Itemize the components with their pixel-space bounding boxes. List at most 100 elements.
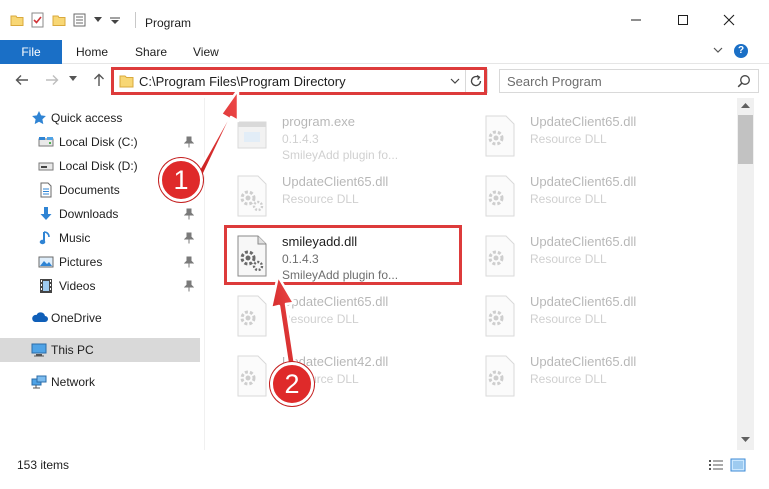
file-tile[interactable]: program.exe 0.1.4.3 SmileyAdd plugin fo.…: [214, 108, 454, 164]
scroll-down-icon[interactable]: [741, 437, 750, 443]
recent-locations-icon[interactable]: [69, 76, 77, 82]
drive-icon: [38, 162, 54, 171]
details-view-icon[interactable]: [708, 458, 724, 472]
sidebar-item-label: Music: [59, 231, 91, 245]
file-name: UpdateClient65.dll: [530, 354, 637, 369]
file-tile[interactable]: UpdateClient65.dll Resource DLL: [462, 168, 702, 224]
pin-icon[interactable]: [184, 232, 194, 244]
dll-gear-icon: [485, 295, 515, 337]
file-tile[interactable]: UpdateClient65.dll Resource DLL: [214, 288, 454, 344]
file-name: UpdateClient65.dll: [530, 234, 637, 249]
search-input[interactable]: [507, 71, 735, 91]
dll-gear-icon: [237, 295, 267, 337]
close-button[interactable]: [706, 0, 752, 40]
exe-icon: [237, 121, 267, 149]
picture-icon: [38, 256, 54, 268]
star-icon: [32, 111, 46, 125]
sidebar-item-music[interactable]: Music: [0, 226, 200, 250]
pin-icon[interactable]: [184, 136, 194, 148]
pin-icon[interactable]: [184, 280, 194, 292]
sidebar-item-label: This PC: [51, 343, 94, 357]
new-folder-icon[interactable]: [52, 13, 66, 27]
step-2-badge: 2: [270, 362, 314, 406]
dll-gear-icon: [237, 175, 267, 217]
maximize-icon: [678, 15, 688, 25]
status-bar: 153 items: [0, 450, 769, 480]
back-arrow-icon[interactable]: [14, 72, 30, 88]
sidebar-item-onedrive[interactable]: OneDrive: [0, 306, 200, 330]
cloud-icon: [32, 312, 48, 322]
sidebar-item-this-pc[interactable]: This PC: [0, 338, 200, 362]
minimize-button[interactable]: [613, 0, 659, 40]
drive-icon: [38, 137, 54, 147]
address-highlight-box: [111, 67, 487, 95]
navigation-bar: C:\Program Files\Program Directory: [0, 64, 769, 98]
sidebar-item-label: Local Disk (C:): [59, 135, 138, 149]
file-description: Resource DLL: [530, 312, 607, 326]
file-tile[interactable]: UpdateClient65.dll Resource DLL: [462, 348, 702, 404]
dll-gear-icon: [237, 355, 267, 397]
title-bar: Program: [0, 0, 769, 40]
properties-icon[interactable]: [30, 12, 46, 28]
file-name: UpdateClient65.dll: [530, 294, 637, 309]
dll-gear-icon: [485, 175, 515, 217]
search-box[interactable]: [499, 69, 759, 93]
dll-gear-icon: [485, 115, 515, 157]
forward-arrow-icon[interactable]: [44, 72, 60, 88]
sidebar-item-label: OneDrive: [51, 311, 102, 325]
maximize-button[interactable]: [660, 0, 706, 40]
folder-icon: [10, 15, 24, 26]
scroll-up-icon[interactable]: [741, 102, 750, 108]
sidebar-item-label: Documents: [59, 183, 120, 197]
step-1-badge: 1: [159, 158, 203, 202]
dll-gear-icon: [485, 355, 515, 397]
ribbon-tabs: File Home Share View ?: [0, 40, 769, 64]
file-description: Resource DLL: [530, 372, 607, 386]
file-name: program.exe: [282, 114, 355, 129]
scroll-thumb[interactable]: [738, 115, 753, 164]
dll-gear-icon: [485, 235, 515, 277]
file-tile[interactable]: UpdateClient65.dll Resource DLL: [462, 228, 702, 284]
document-icon: [40, 182, 52, 198]
sidebar-item-label: Downloads: [59, 207, 119, 221]
navigation-pane: Quick access Local Disk (C:) Local Disk …: [0, 98, 205, 450]
pin-icon[interactable]: [184, 256, 194, 268]
file-name: UpdateClient65.dll: [530, 114, 637, 129]
up-arrow-icon[interactable]: [91, 72, 107, 88]
customize-qa-icon[interactable]: [110, 17, 120, 25]
sidebar-item-local-disk-c[interactable]: Local Disk (C:): [0, 130, 200, 154]
sidebar-item-downloads[interactable]: Downloads: [0, 202, 200, 226]
vertical-scrollbar[interactable]: [737, 98, 754, 450]
file-description: Resource DLL: [530, 132, 607, 146]
help-icon[interactable]: ?: [734, 44, 748, 58]
file-description: Resource DLL: [282, 192, 359, 206]
file-name: UpdateClient65.dll: [530, 174, 637, 189]
file-highlight-box: [224, 225, 462, 285]
sidebar-item-quick-access[interactable]: Quick access: [0, 106, 200, 130]
network-icon: [31, 375, 47, 389]
sidebar-item-label: Videos: [59, 279, 96, 293]
pin-icon[interactable]: [184, 208, 194, 220]
sidebar-item-network[interactable]: Network: [0, 370, 200, 394]
sidebar-item-pictures[interactable]: Pictures: [0, 250, 200, 274]
tab-view[interactable]: View: [193, 40, 219, 64]
dropdown-arrow-icon[interactable]: [94, 17, 102, 23]
file-description: Resource DLL: [530, 192, 607, 206]
tab-home[interactable]: Home: [76, 40, 108, 64]
sidebar-item-label: Local Disk (D:): [59, 159, 138, 173]
large-icons-view-icon[interactable]: [730, 458, 746, 472]
file-tile[interactable]: UpdateClient65.dll Resource DLL: [462, 108, 702, 164]
film-icon: [40, 279, 52, 293]
sidebar-item-videos[interactable]: Videos: [0, 274, 200, 298]
file-name: UpdateClient65.dll: [282, 174, 389, 189]
file-tile[interactable]: UpdateClient65.dll Resource DLL: [214, 168, 454, 224]
expand-ribbon-icon[interactable]: [713, 46, 723, 54]
search-icon[interactable]: [737, 74, 751, 88]
file-name: UpdateClient65.dll: [282, 294, 389, 309]
tab-file[interactable]: File: [0, 40, 62, 64]
tab-share[interactable]: Share: [135, 40, 167, 64]
file-tile[interactable]: UpdateClient65.dll Resource DLL: [462, 288, 702, 344]
file-version: 0.1.4.3: [282, 132, 319, 146]
file-tile[interactable]: UpdateClient42.dll Resource DLL: [214, 348, 454, 404]
customize-toolbar-icon[interactable]: [73, 13, 89, 27]
